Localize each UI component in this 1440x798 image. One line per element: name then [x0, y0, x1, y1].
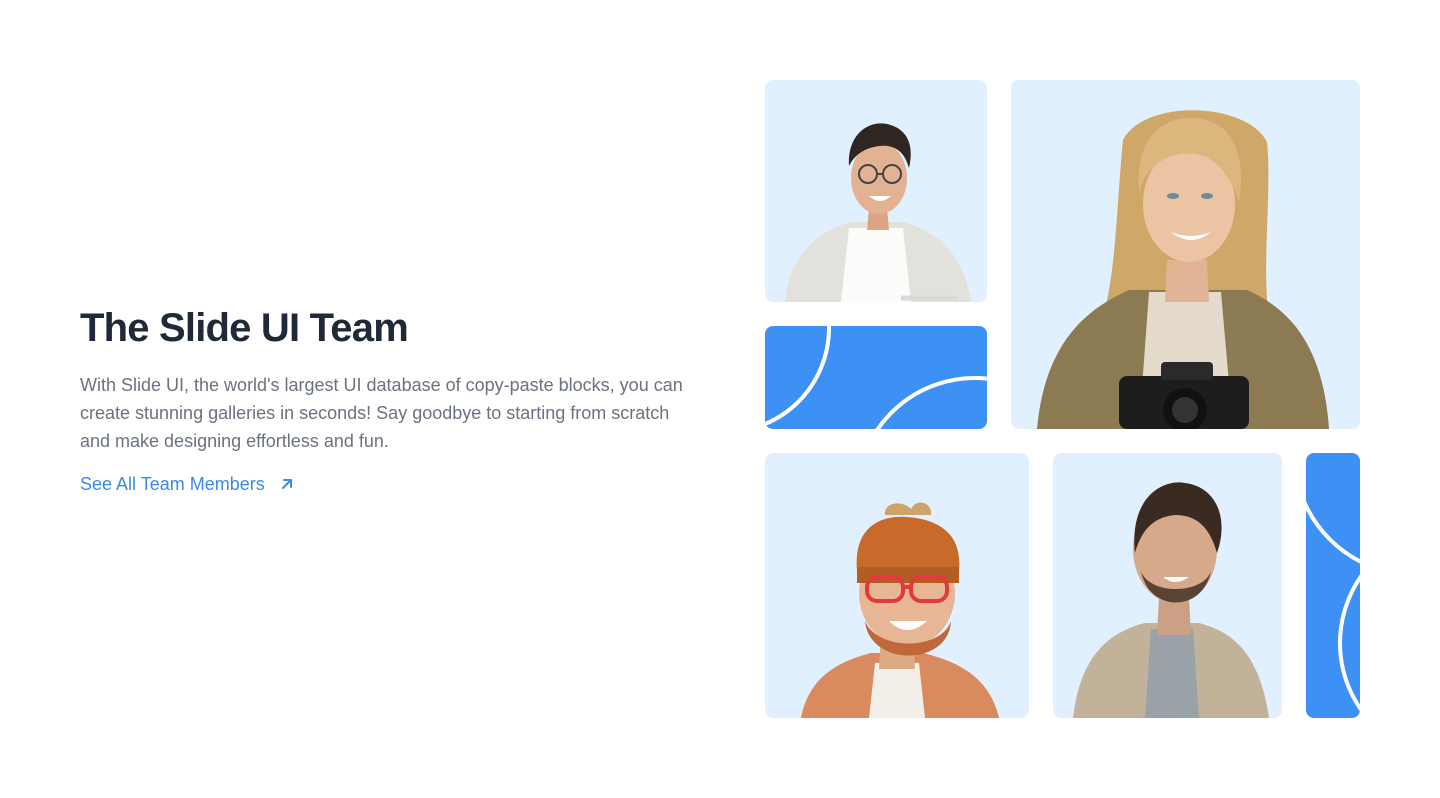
arc-pattern-decoration — [765, 326, 987, 429]
arrow-up-right-icon — [279, 476, 295, 492]
decorative-blue-tile-2 — [1306, 453, 1360, 718]
decorative-blue-tile-1 — [765, 326, 987, 429]
team-intro: The Slide UI Team With Slide UI, the wor… — [80, 304, 720, 496]
section-description: With Slide UI, the world's largest UI da… — [80, 375, 683, 451]
see-all-members-label: See All Team Members — [80, 474, 265, 494]
person-jacket-illustration — [1073, 482, 1269, 718]
person-glasses-illustration — [785, 123, 971, 302]
arc-pattern-decoration-2 — [1306, 500, 1360, 712]
person-beanie-illustration — [801, 502, 999, 718]
team-member-photo-1[interactable] — [765, 80, 987, 302]
team-member-photo-3[interactable] — [765, 453, 1029, 718]
see-all-members-link[interactable]: See All Team Members — [80, 472, 295, 496]
team-member-photo-4[interactable] — [1053, 453, 1282, 718]
team-member-photo-2[interactable] — [1011, 80, 1360, 429]
person-camera-illustration — [1037, 110, 1329, 429]
section-title: The Slide UI Team — [80, 306, 409, 350]
